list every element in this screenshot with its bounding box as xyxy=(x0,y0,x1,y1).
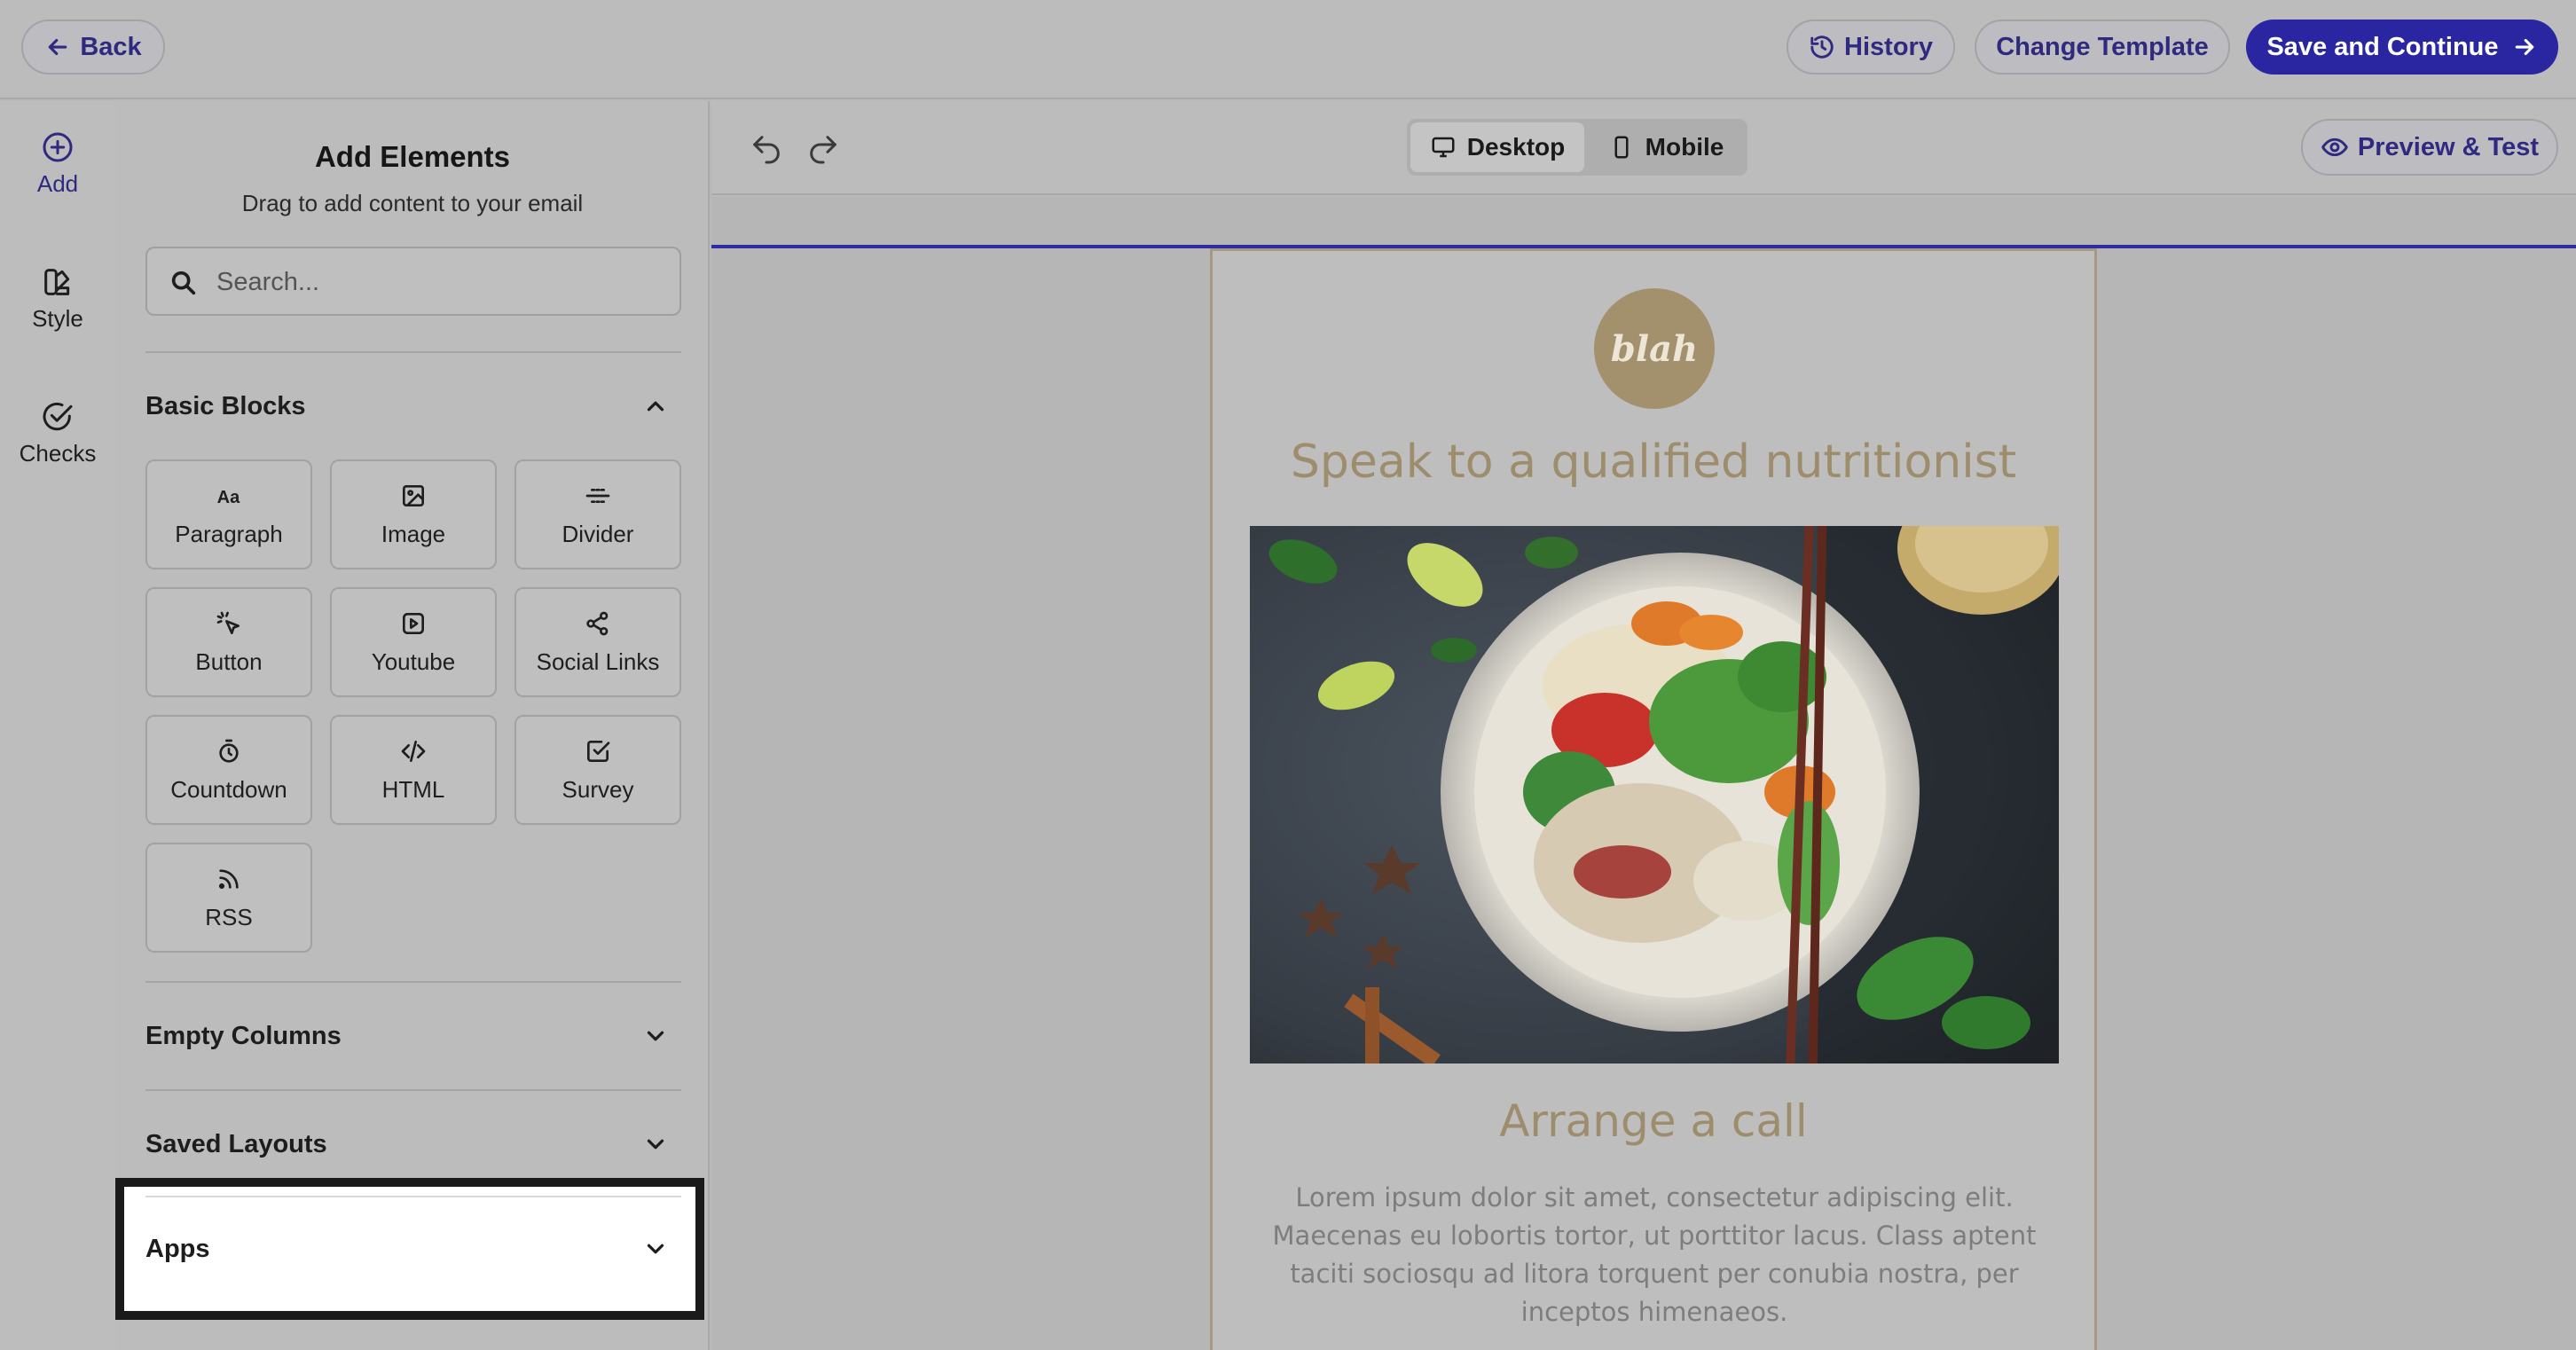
checkbox-icon xyxy=(587,740,610,762)
section-apps[interactable]: Apps xyxy=(145,1222,681,1275)
block-paragraph[interactable]: Aa Paragraph xyxy=(145,459,312,569)
text-aa-icon: Aa xyxy=(217,488,240,507)
logo-text: blah xyxy=(1610,327,1699,370)
chevron-down-icon xyxy=(647,1031,664,1041)
section-title: Saved Layouts xyxy=(145,1129,327,1158)
block-label: Divider xyxy=(562,520,634,547)
left-rail: Add Style Checks xyxy=(0,101,115,1350)
section-title: Basic Blocks xyxy=(145,391,306,420)
block-label: Countdown xyxy=(170,775,287,803)
mobile-icon xyxy=(1614,136,1629,159)
preview-label: Preview & Test xyxy=(2357,132,2540,161)
apps-highlight: Apps xyxy=(115,1178,704,1320)
mobile-label: Mobile xyxy=(1645,133,1724,161)
history-button[interactable]: History xyxy=(1787,20,1955,75)
block-label: Image xyxy=(381,520,446,547)
rail-item-add[interactable]: Add xyxy=(0,130,115,198)
section-basic-blocks[interactable]: Basic Blocks xyxy=(145,380,681,433)
email-hero-image[interactable] xyxy=(1250,526,2059,1064)
email-preview[interactable]: blah Speak to a qualified nutritionist A… xyxy=(1210,248,2097,1350)
back-label: Back xyxy=(80,32,142,61)
change-template-button[interactable]: Change Template xyxy=(1975,20,2230,75)
food-bowl-image xyxy=(1250,526,2059,1064)
chevron-down-icon xyxy=(647,1244,664,1254)
divider xyxy=(145,351,681,353)
change-template-label: Change Template xyxy=(1996,32,2209,61)
rail-item-checks[interactable]: Checks xyxy=(0,399,115,467)
block-rss[interactable]: RSS xyxy=(145,843,312,953)
block-html[interactable]: HTML xyxy=(330,715,497,825)
divider xyxy=(145,1196,681,1197)
desktop-toggle[interactable]: Desktop xyxy=(1410,122,1584,172)
redo-icon[interactable] xyxy=(805,131,841,167)
preview-and-test-button[interactable]: Preview & Test xyxy=(2301,119,2558,176)
email-canvas: blah Speak to a qualified nutritionist A… xyxy=(711,197,2576,1350)
palette-icon xyxy=(44,269,70,295)
block-label: HTML xyxy=(381,775,445,803)
undo-icon[interactable] xyxy=(749,131,784,167)
rail-item-label: Checks xyxy=(19,440,97,467)
chevron-up-icon xyxy=(647,401,664,412)
play-square-icon xyxy=(403,612,424,634)
block-label: Survey xyxy=(562,775,634,803)
check-circle-icon xyxy=(43,402,73,431)
device-toggle: Desktop Mobile xyxy=(1407,119,1747,176)
desktop-label: Desktop xyxy=(1466,133,1566,161)
section-saved-layouts[interactable]: Saved Layouts xyxy=(145,1118,681,1171)
section-title: Empty Columns xyxy=(145,1021,342,1050)
divider-icon xyxy=(585,488,610,503)
mobile-toggle[interactable]: Mobile xyxy=(1588,122,1744,172)
back-button[interactable]: Back xyxy=(21,20,165,75)
block-label: Social Links xyxy=(536,648,660,675)
block-label: Button xyxy=(195,648,263,675)
block-label: Youtube xyxy=(371,648,456,675)
block-label: RSS xyxy=(205,903,253,930)
email-subheading[interactable]: Arrange a call xyxy=(1213,1095,2094,1147)
block-social-links[interactable]: Social Links xyxy=(514,587,681,697)
section-title: Apps xyxy=(145,1234,210,1263)
search-box xyxy=(145,247,681,316)
desktop-icon xyxy=(1432,137,1455,158)
divider xyxy=(145,1089,681,1091)
code-icon xyxy=(401,740,426,762)
arrow-left-icon xyxy=(49,38,67,56)
divider xyxy=(145,981,681,983)
block-divider[interactable]: Divider xyxy=(514,459,681,569)
block-image[interactable]: Image xyxy=(330,459,497,569)
top-bar: Back History Change Template Save and Co… xyxy=(0,0,2576,99)
email-headline[interactable]: Speak to a qualified nutritionist xyxy=(1213,436,2094,489)
svg-text:Aa: Aa xyxy=(217,488,240,507)
panel-title: Add Elements xyxy=(314,140,511,173)
history-icon xyxy=(1810,35,1834,59)
history-label: History xyxy=(1844,32,1933,61)
email-body-text[interactable]: Lorem ipsum dolor sit amet, consectetur … xyxy=(1250,1179,2059,1331)
block-survey[interactable]: Survey xyxy=(514,715,681,825)
rail-item-label: Add xyxy=(36,170,79,197)
panel-subtitle: Drag to add content to your email xyxy=(241,190,584,216)
eye-icon xyxy=(2321,137,2348,157)
search-input[interactable] xyxy=(216,261,660,303)
email-logo[interactable]: blah xyxy=(1594,288,1715,409)
pointer-click-icon xyxy=(216,611,240,634)
rail-item-label: Style xyxy=(32,305,83,332)
save-and-continue-button[interactable]: Save and Continue xyxy=(2246,20,2558,75)
rss-icon xyxy=(218,868,239,889)
block-button[interactable]: Button xyxy=(145,587,312,697)
add-elements-panel: Add Elements Drag to add content to your… xyxy=(115,101,710,1350)
share-icon xyxy=(586,611,609,635)
block-youtube[interactable]: Youtube xyxy=(330,587,497,697)
save-and-continue-label: Save and Continue xyxy=(2266,32,2499,61)
image-icon xyxy=(403,484,424,506)
canvas-toolbar: Desktop Mobile Preview & Test xyxy=(711,101,2576,195)
plus-circle-icon xyxy=(43,132,73,162)
timer-icon xyxy=(219,739,239,763)
chevron-down-icon xyxy=(647,1139,664,1150)
rail-item-style[interactable]: Style xyxy=(0,264,115,333)
block-label: Paragraph xyxy=(175,520,283,547)
search-icon xyxy=(171,271,196,295)
block-countdown[interactable]: Countdown xyxy=(145,715,312,825)
arrow-right-icon xyxy=(2515,38,2533,56)
section-empty-columns[interactable]: Empty Columns xyxy=(145,1009,681,1063)
